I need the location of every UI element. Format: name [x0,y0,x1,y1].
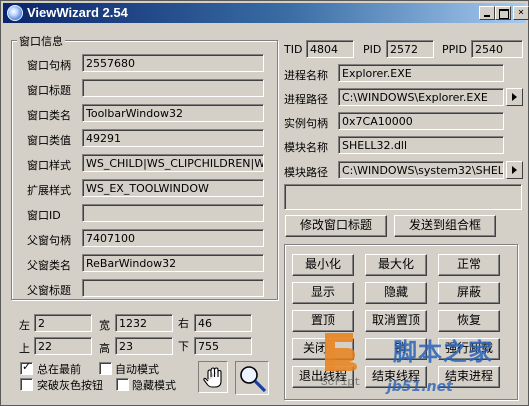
height-label: 高 [99,342,110,355]
parent-handle-label: 父窗句柄 [27,234,71,247]
end-thread-button[interactable]: 结束线程 [365,366,427,388]
window-handle-field[interactable]: 2557680 [82,54,264,72]
modify-title-button[interactable]: 修改窗口标题 [285,215,387,237]
main-window: ViewWizard 2.54 × 窗口信息 窗口句柄 2557680 窗口标题… [0,0,529,406]
process-name-label: 进程名称 [284,69,328,82]
width-field[interactable]: 1232 [115,314,173,332]
close-button[interactable]: 关闭 [292,338,354,360]
topmost-button[interactable]: 置顶 [292,310,354,332]
module-path-label: 模块路径 [284,166,328,179]
parent-class-field[interactable]: ReBarWindow32 [82,254,264,272]
extra-info-field[interactable] [284,184,522,210]
auto-mode-checkbox[interactable] [99,362,112,375]
ex-style-label: 扩展样式 [27,184,71,197]
module-name-label: 模块名称 [284,141,328,154]
width-label: 宽 [99,319,110,332]
minimize-window-button[interactable] [479,6,495,20]
instance-field[interactable]: 0x7CA10000 [338,112,504,130]
break-gray-buttons-checkbox[interactable] [20,378,33,391]
right-field[interactable]: 46 [194,314,252,332]
window-title: ViewWizard 2.54 [27,5,128,20]
window-id-label: 窗口ID [27,209,61,222]
exit-thread-button[interactable]: 退出线程 [292,366,354,388]
app-icon [7,5,23,21]
close-window-button[interactable]: × [513,6,529,20]
show-button[interactable]: 显示 [292,282,354,304]
always-on-top-checkbox[interactable] [20,360,33,375]
hand-tool[interactable] [198,361,228,393]
window-title-label: 窗口标题 [27,84,71,97]
finder-tool[interactable] [235,361,269,395]
restore-button[interactable]: 恢复 [438,310,500,332]
untopmost-button[interactable]: 取消置顶 [365,310,427,332]
window-class-value-label: 窗口类值 [27,134,71,147]
window-class-label: 窗口类名 [27,109,71,122]
process-name-field[interactable]: Explorer.EXE [338,64,504,82]
end-process-button[interactable]: 结束进程 [438,366,500,388]
window-class-field[interactable]: ToolbarWindow32 [82,104,264,122]
always-on-top-label: 总在最前 [37,363,81,376]
window-info-group-title: 窗口信息 [17,33,65,49]
process-path-label: 进程路径 [284,93,328,106]
left-field[interactable]: 2 [34,314,92,332]
parent-handle-field[interactable]: 7407100 [82,229,264,247]
window-id-field[interactable] [82,204,264,222]
top-label: 上 [19,342,30,355]
send-to-combo-button[interactable]: 发送到组合框 [394,215,496,237]
parent-class-label: 父窗类名 [27,259,71,272]
window-style-field[interactable]: WS_CHILD|WS_CLIPCHILDREN|WS_ [82,154,264,172]
bottom-label: 下 [178,340,189,353]
module-path-field[interactable]: C:\WINDOWS\system32\SHELL32 [338,161,504,179]
top-field[interactable]: 22 [34,337,92,355]
window-title-field[interactable] [82,79,264,97]
window-style-label: 窗口样式 [27,159,71,172]
magnifier-icon [240,366,267,393]
force-unload-button[interactable]: 强行卸载 [438,338,500,360]
right-label: 右 [178,317,189,330]
ex-style-field[interactable]: WS_EX_TOOLWINDOW [82,179,264,197]
pid-label: PID [363,43,382,56]
instance-label: 实例句柄 [284,117,328,130]
ppid-field[interactable]: 2540 [471,40,523,58]
height-field[interactable]: 23 [115,337,173,355]
module-path-open-button[interactable] [506,161,523,179]
tid-label: TID [284,43,303,56]
hide-mode-checkbox[interactable] [116,378,129,391]
auto-mode-label: 自动模式 [115,363,159,376]
module-name-field[interactable]: SHELL32.dll [338,136,504,154]
window-class-value-field[interactable]: 49291 [82,129,264,147]
process-path-field[interactable]: C:\WINDOWS\Explorer.EXE [338,88,504,106]
bottom-field[interactable]: 755 [194,337,252,355]
disable-button[interactable]: 屏蔽 [438,282,500,304]
maximize-window-button[interactable] [495,6,511,20]
destroy-button[interactable]: 销 [365,338,427,360]
hide-mode-label: 隐藏模式 [132,379,176,392]
left-label: 左 [19,319,30,332]
parent-title-label: 父窗标题 [27,284,71,297]
parent-title-field[interactable] [82,279,264,297]
tid-field[interactable]: 4804 [306,40,354,58]
ppid-label: PPID [442,43,467,56]
title-bar[interactable]: ViewWizard 2.54 × [3,3,529,23]
hand-icon [203,367,222,388]
hide-button[interactable]: 隐藏 [365,282,427,304]
break-gray-buttons-label: 突破灰色按钮 [37,379,103,392]
pid-field[interactable]: 2572 [386,40,434,58]
minimize-button[interactable]: 最小化 [292,254,354,276]
window-handle-label: 窗口句柄 [27,59,71,72]
normal-button[interactable]: 正常 [438,254,500,276]
maximize-button[interactable]: 最大化 [365,254,427,276]
process-path-open-button[interactable] [506,88,523,106]
